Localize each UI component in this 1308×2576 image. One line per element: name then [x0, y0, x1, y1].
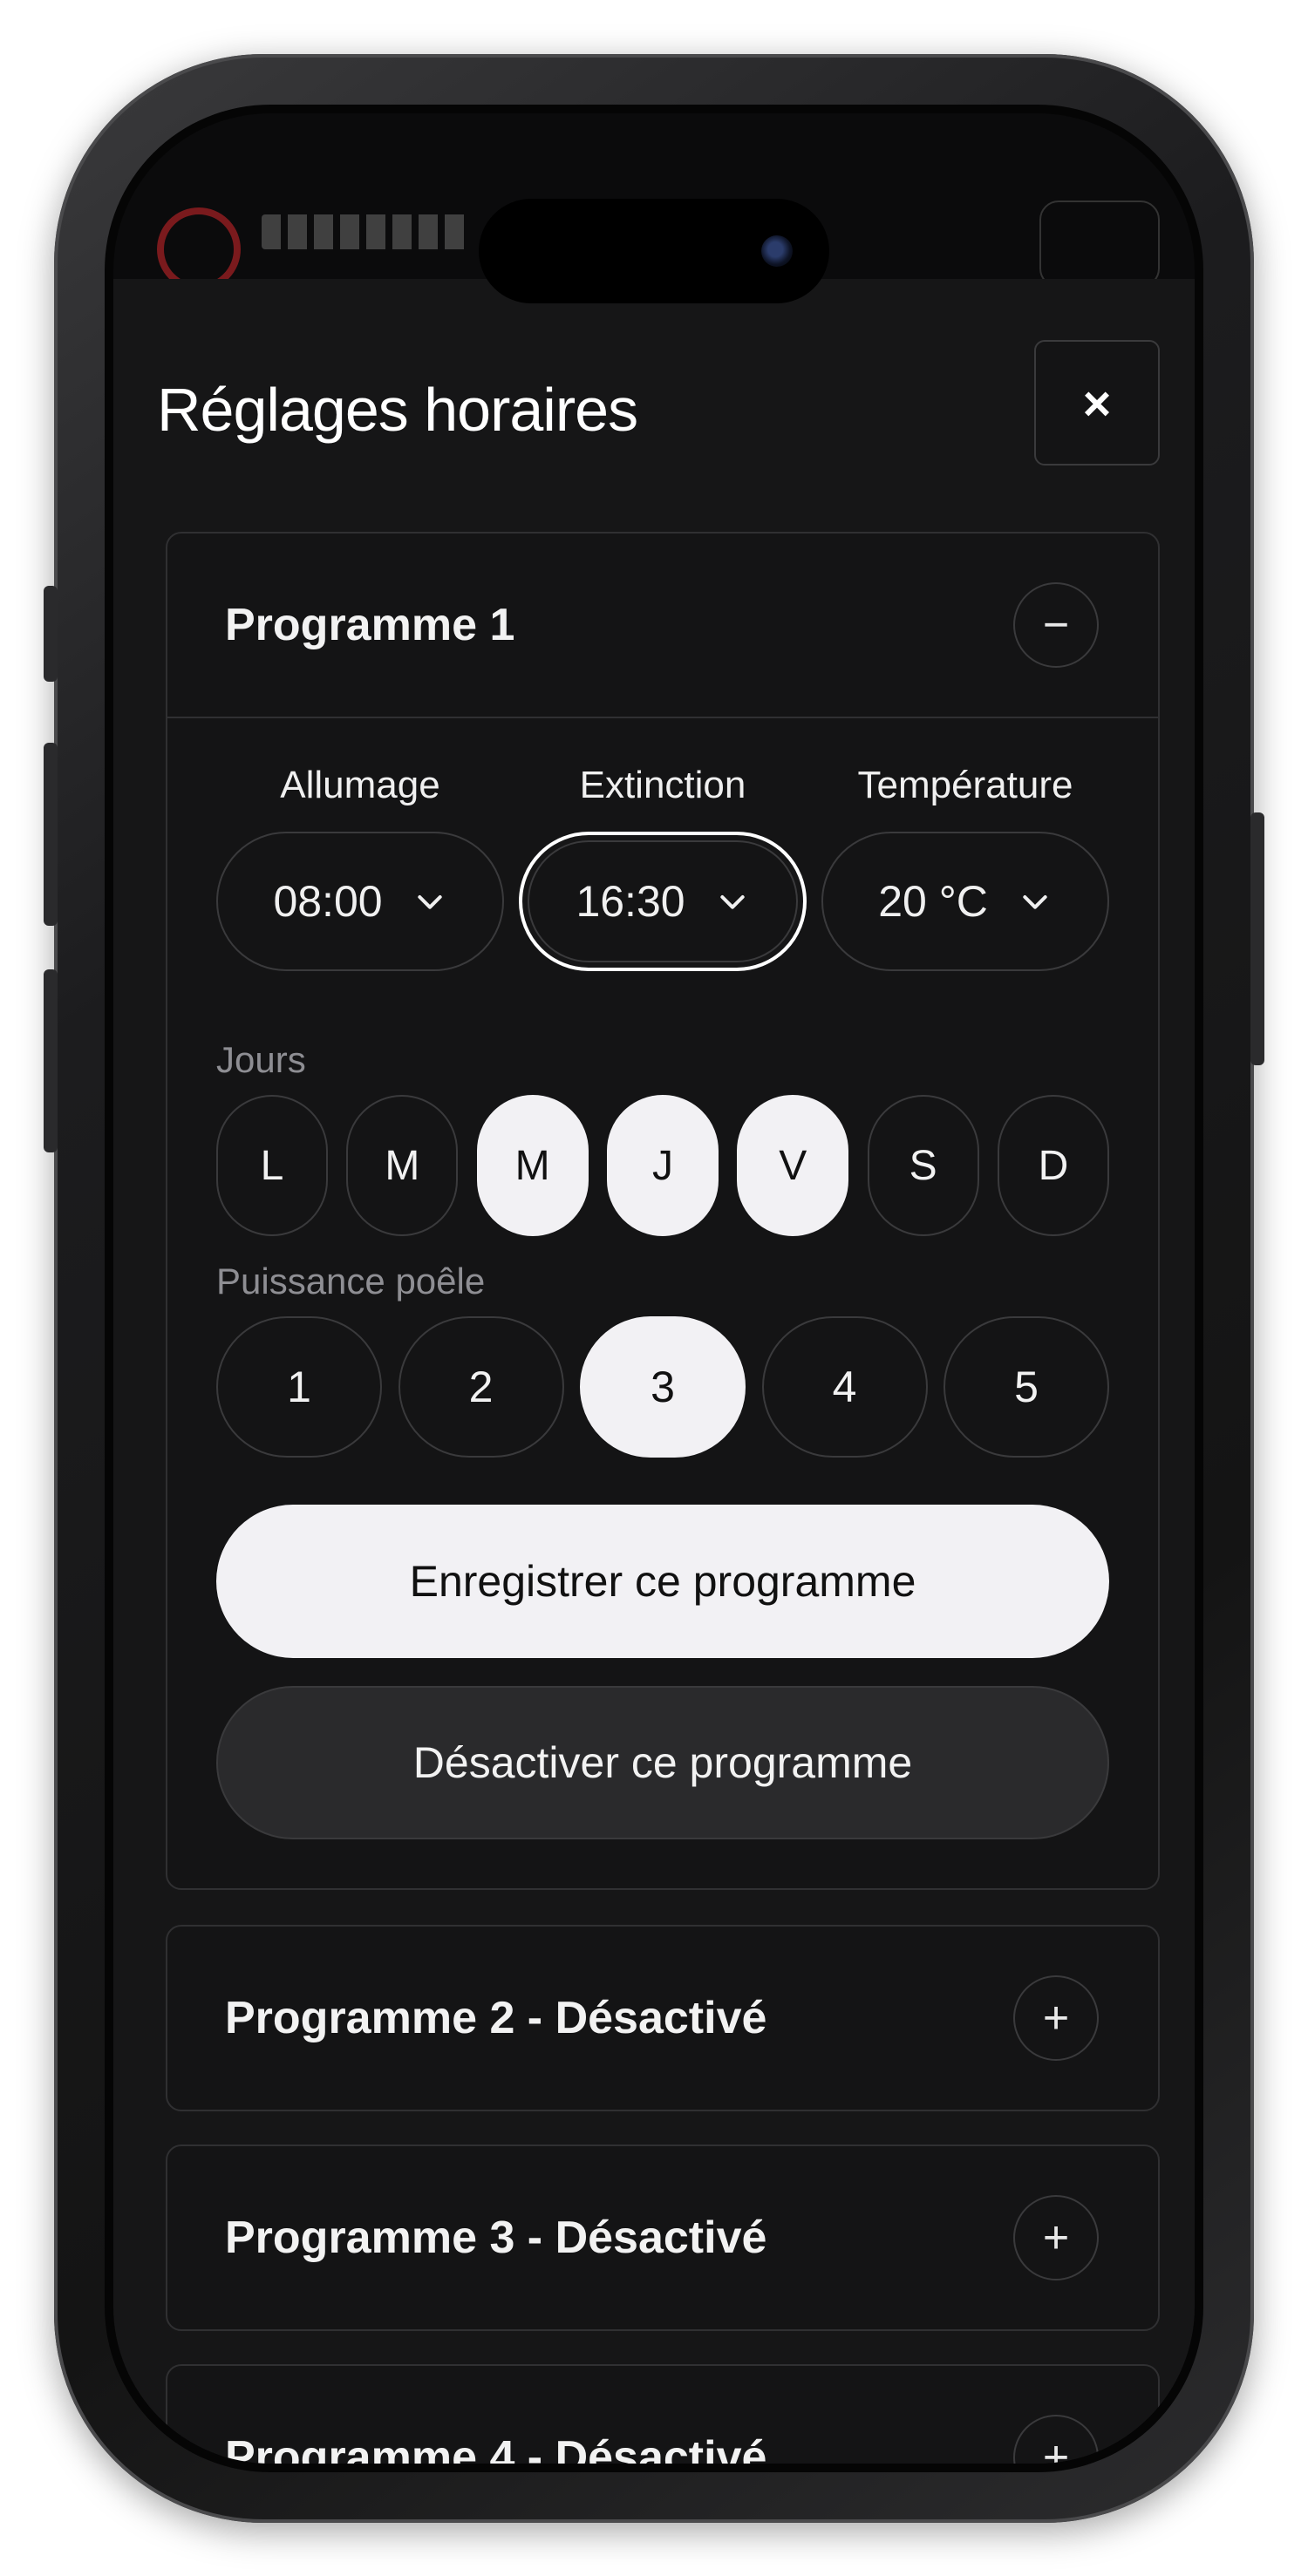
program-header-2[interactable]: Programme 2 - Désactivé + — [167, 1927, 1158, 2110]
temperature-label: Température — [857, 764, 1073, 806]
on-time-value: 08:00 — [273, 877, 383, 926]
day-friday[interactable]: V — [737, 1095, 849, 1236]
off-time-label: Extinction — [579, 764, 746, 806]
collapse-button[interactable]: − — [1013, 582, 1099, 668]
program-title: Programme 3 - Désactivé — [225, 2212, 767, 2263]
day-sunday[interactable]: D — [997, 1095, 1109, 1236]
program-card-3: Programme 3 - Désactivé + — [166, 2144, 1160, 2331]
program-title: Programme 1 — [225, 600, 515, 650]
day-monday[interactable]: L — [216, 1095, 328, 1236]
underlay-menu-button — [1039, 201, 1160, 288]
temperature-value: 20 °C — [878, 877, 988, 926]
off-time-value: 16:30 — [576, 877, 685, 926]
on-time-select[interactable]: 08:00 — [216, 832, 504, 971]
day-wednesday[interactable]: M — [476, 1095, 589, 1236]
temperature-select[interactable]: 20 °C — [821, 832, 1109, 971]
program-title: Programme 2 - Désactivé — [225, 1993, 767, 2043]
minus-icon: − — [1042, 600, 1070, 650]
day-saturday[interactable]: S — [867, 1095, 979, 1236]
expand-button[interactable]: + — [1013, 2195, 1099, 2280]
program-header-1[interactable]: Programme 1 − — [167, 534, 1158, 717]
program-body-1: Allumage Extinction Température 08:00 16… — [167, 717, 1158, 1888]
power-level-2[interactable]: 2 — [398, 1316, 564, 1458]
volume-up-button — [44, 743, 58, 926]
dynamic-island — [479, 199, 829, 303]
program-header-3[interactable]: Programme 3 - Désactivé + — [167, 2146, 1158, 2329]
off-time-select[interactable]: 16:30 — [519, 832, 807, 971]
days-selector: L M M J V S D — [216, 1095, 1109, 1236]
screen: Réglages horaires × Programme 1 − Alluma… — [113, 113, 1195, 2464]
time-dropdowns: 08:00 16:30 20 °C — [216, 832, 1109, 971]
sheet-title: Réglages horaires — [157, 376, 638, 444]
power-level-1[interactable]: 1 — [216, 1316, 382, 1458]
days-label: Jours — [216, 1039, 306, 1080]
front-camera — [761, 235, 793, 267]
save-program-button[interactable]: Enregistrer ce programme — [216, 1505, 1109, 1658]
expand-button[interactable]: + — [1013, 2415, 1099, 2464]
power-label: Puissance poêle — [216, 1261, 486, 1302]
plus-icon: + — [1042, 1993, 1070, 2043]
power-selector: 1 2 3 4 5 — [216, 1316, 1109, 1458]
plus-icon: + — [1042, 2212, 1070, 2263]
expand-button[interactable]: + — [1013, 1975, 1099, 2061]
program-card-4: Programme 4 - Désactivé + — [166, 2364, 1160, 2464]
day-tuesday[interactable]: M — [346, 1095, 459, 1236]
program-card-2: Programme 2 - Désactivé + — [166, 1925, 1160, 2111]
volume-down-button — [44, 969, 58, 1152]
power-level-5[interactable]: 5 — [944, 1316, 1109, 1458]
phone-frame: Réglages horaires × Programme 1 − Alluma… — [44, 54, 1264, 2523]
time-column-labels: Allumage Extinction Température — [216, 764, 1109, 807]
app-brand-text — [262, 214, 471, 249]
power-level-3[interactable]: 3 — [580, 1316, 746, 1458]
plus-icon: + — [1042, 2432, 1070, 2464]
program-header-4[interactable]: Programme 4 - Désactivé + — [167, 2366, 1158, 2464]
close-icon: × — [1082, 375, 1112, 431]
program-card-1: Programme 1 − Allumage Extinction Tempér… — [166, 532, 1160, 1890]
program-title: Programme 4 - Désactivé — [225, 2432, 767, 2464]
close-button[interactable]: × — [1034, 340, 1160, 466]
schedule-sheet: Réglages horaires × Programme 1 − Alluma… — [113, 279, 1195, 2464]
disable-program-button[interactable]: Désactiver ce programme — [216, 1686, 1109, 1839]
on-time-label: Allumage — [280, 764, 440, 806]
power-level-4[interactable]: 4 — [761, 1316, 928, 1458]
phone-bezel: Réglages horaires × Programme 1 − Alluma… — [105, 105, 1203, 2472]
chevron-down-icon — [719, 895, 745, 909]
chevron-down-icon — [417, 895, 442, 909]
action-button — [44, 586, 58, 682]
power-button — [1250, 812, 1264, 1065]
day-thursday[interactable]: J — [606, 1095, 719, 1236]
chevron-down-icon — [1023, 895, 1047, 909]
